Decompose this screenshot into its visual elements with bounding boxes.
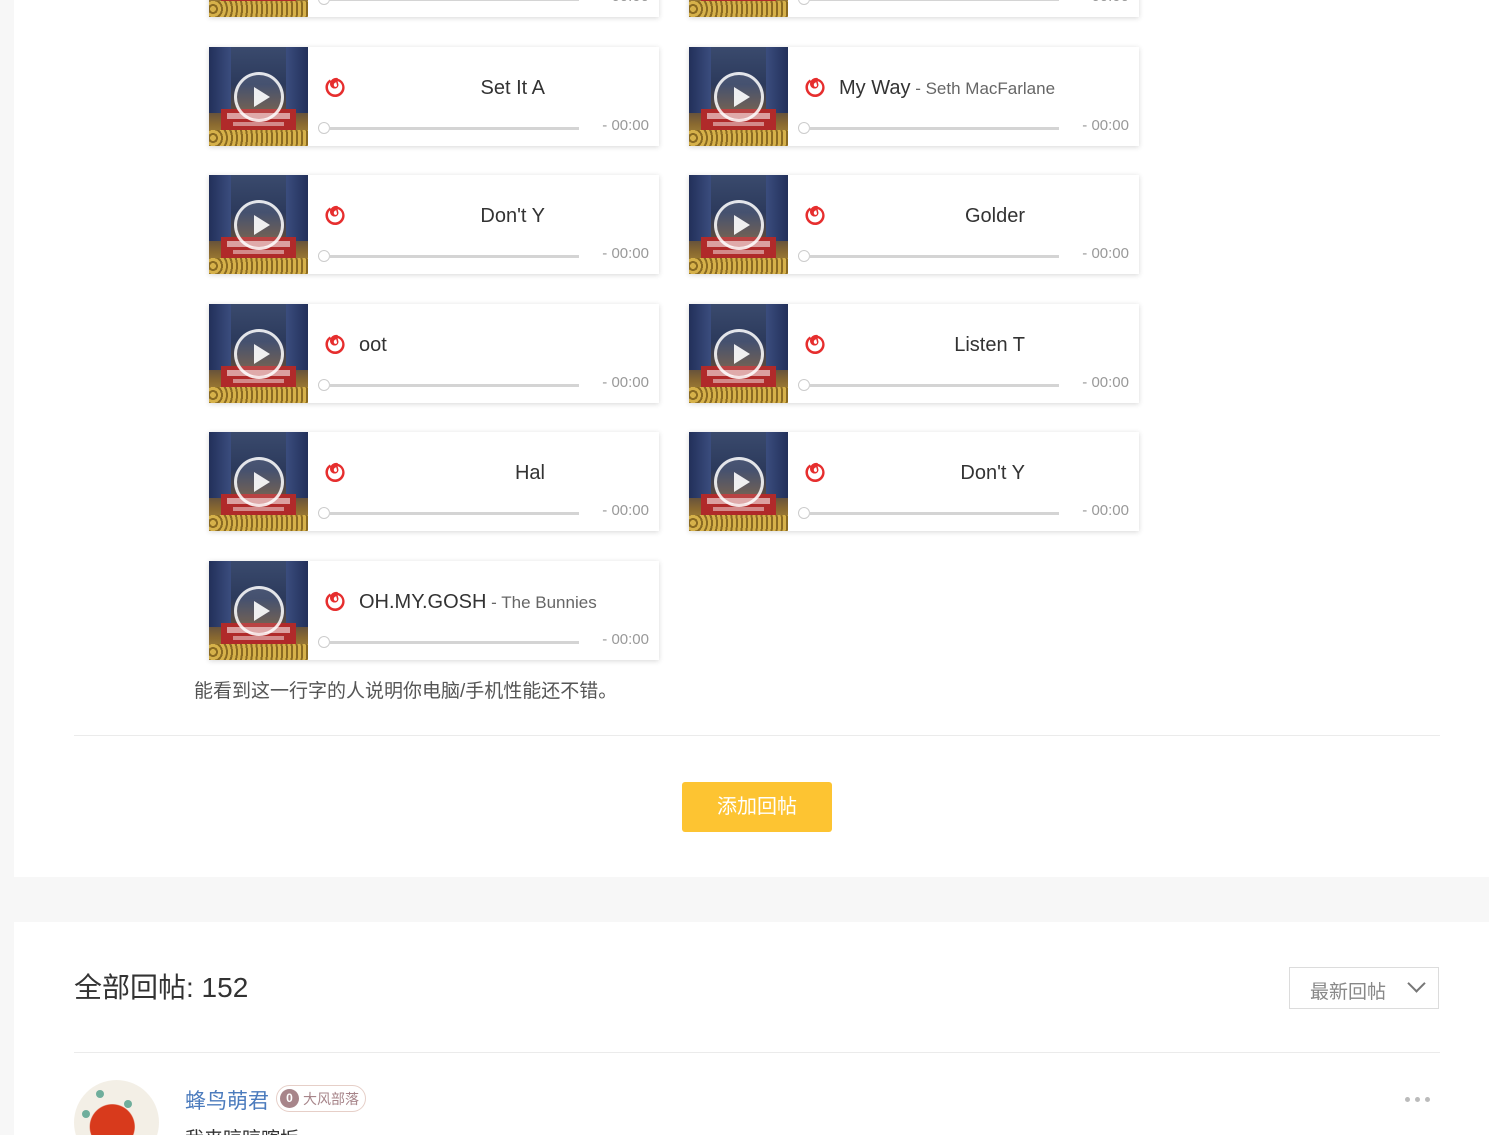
music-player-card: - 00:00 — [209, 0, 659, 17]
progress-bar[interactable] — [798, 122, 1060, 134]
album-cover[interactable] — [209, 432, 308, 531]
tribe-name: 大风部落 — [303, 1090, 359, 1107]
play-icon[interactable] — [234, 586, 284, 636]
time-display: - 00:00 — [602, 502, 649, 519]
music-player-card: Golder - 00:00 — [689, 175, 1139, 274]
netease-music-icon — [321, 331, 350, 360]
play-icon[interactable] — [234, 457, 284, 507]
divider — [74, 1052, 1440, 1053]
netease-music-icon — [321, 588, 350, 617]
song-title: Golder — [839, 202, 1025, 230]
music-player-card: - 00:00 — [689, 0, 1139, 17]
time-display: - 00:00 — [1069, 0, 1129, 8]
song-name: My Way — [839, 77, 911, 99]
replies-count-heading: 全部回帖: 152 — [74, 972, 249, 1003]
reply-text-preview: 我来晾晾喀坂 — [185, 1124, 299, 1135]
reply-username[interactable]: 蜂鸟萌君 — [185, 1085, 269, 1115]
time-display: - 00:00 — [1082, 502, 1129, 519]
music-player-card: Hal - 00:00 — [209, 432, 659, 531]
time-display: - 00:00 — [602, 245, 649, 262]
album-cover[interactable] — [209, 175, 308, 274]
artist-name: - The Bunnies — [486, 593, 597, 612]
album-cover[interactable] — [209, 0, 308, 17]
netease-music-icon — [801, 202, 830, 231]
album-cover[interactable] — [689, 175, 788, 274]
music-player-card: Don't Y - 00:00 — [689, 432, 1139, 531]
song-title: OH.MY.GOSH - The Bunnies — [359, 588, 649, 616]
play-icon[interactable] — [234, 329, 284, 379]
progress-bar[interactable] — [318, 379, 580, 391]
song-title: Hal — [359, 459, 545, 487]
song-name: OH.MY.GOSH — [359, 591, 487, 613]
album-cover[interactable] — [689, 0, 788, 17]
progress-bar[interactable] — [798, 507, 1060, 519]
song-title: Don't Y — [839, 459, 1025, 487]
time-display: - 00:00 — [1082, 117, 1129, 134]
song-name: Set It A — [480, 77, 545, 99]
time-display: - 00:00 — [589, 0, 649, 8]
add-reply-button[interactable]: 添加回帖 — [682, 782, 832, 832]
time-display: - 00:00 — [602, 374, 649, 391]
artist-name: - Seth MacFarlane — [910, 79, 1056, 98]
progress-bar[interactable] — [318, 636, 580, 648]
progress-bar[interactable] — [318, 122, 580, 134]
progress-bar[interactable] — [318, 507, 580, 519]
sort-dropdown[interactable]: 最新回帖 — [1289, 967, 1439, 1009]
time-display: - 00:00 — [1082, 245, 1129, 262]
music-player-card: Set It A - 00:00 — [209, 47, 659, 146]
song-name: Listen T — [954, 334, 1025, 356]
album-cover[interactable] — [689, 304, 788, 403]
music-player-card: oot - 00:00 — [209, 304, 659, 403]
netease-music-icon — [801, 459, 830, 488]
play-icon[interactable] — [234, 200, 284, 250]
level-badge: 0 — [280, 1089, 299, 1108]
netease-music-icon — [321, 202, 350, 231]
album-cover[interactable] — [689, 47, 788, 146]
time-display: - 00:00 — [602, 117, 649, 134]
song-title: Don't Y — [359, 202, 545, 230]
progress-bar[interactable] — [318, 0, 580, 5]
divider — [74, 735, 1440, 736]
album-cover[interactable] — [209, 561, 308, 660]
tribe-badge[interactable]: 0 大风部落 — [276, 1085, 366, 1112]
song-title: oot — [359, 331, 545, 359]
play-icon[interactable] — [714, 72, 764, 122]
progress-bar[interactable] — [798, 250, 1060, 262]
album-cover[interactable] — [689, 432, 788, 531]
song-title: My Way - Seth MacFarlane — [839, 74, 1129, 102]
netease-music-icon — [321, 74, 350, 103]
play-icon[interactable] — [714, 329, 764, 379]
time-display: - 00:00 — [1082, 374, 1129, 391]
netease-music-icon — [801, 331, 830, 360]
album-cover[interactable] — [209, 47, 308, 146]
play-icon[interactable] — [714, 457, 764, 507]
album-cover[interactable] — [209, 304, 308, 403]
chevron-down-icon — [1407, 974, 1426, 993]
song-name: Don't Y — [480, 205, 545, 227]
progress-bar[interactable] — [318, 250, 580, 262]
time-display: - 00:00 — [602, 631, 649, 648]
song-name: Hal — [514, 462, 545, 484]
music-player-card: Listen T - 00:00 — [689, 304, 1139, 403]
play-icon[interactable] — [714, 200, 764, 250]
song-title: Listen T — [839, 331, 1025, 359]
song-name: Don't Y — [960, 462, 1025, 484]
performance-note: 能看到这一行字的人说明你电脑/手机性能还不错。 — [194, 681, 618, 702]
music-player-card: OH.MY.GOSH - The Bunnies - 00:00 — [209, 561, 659, 660]
netease-music-icon — [321, 459, 350, 488]
netease-music-icon — [801, 74, 830, 103]
progress-bar[interactable] — [798, 0, 1060, 5]
music-player-card: My Way - Seth MacFarlane - 00:00 — [689, 47, 1139, 146]
song-name: oot — [359, 334, 387, 356]
sort-selected-label: 最新回帖 — [1310, 982, 1387, 1003]
progress-bar[interactable] — [798, 379, 1060, 391]
play-icon[interactable] — [234, 72, 284, 122]
song-title: Set It A — [359, 74, 545, 102]
song-name: Golder — [964, 205, 1025, 227]
more-options-icon[interactable] — [1405, 1090, 1435, 1110]
music-player-card: Don't Y - 00:00 — [209, 175, 659, 274]
